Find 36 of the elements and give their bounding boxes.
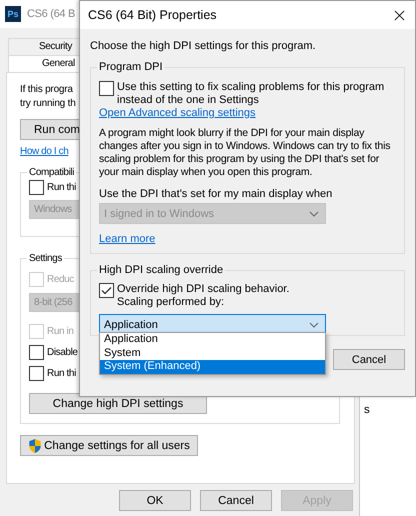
group-label: High DPI scaling override xyxy=(98,264,224,276)
checkbox[interactable] xyxy=(29,366,44,381)
checkbox-label: Disable xyxy=(47,346,78,359)
description-text: If this progra try running th xyxy=(20,83,76,111)
dropdown-option[interactable]: Application xyxy=(100,333,325,346)
dropdown-option[interactable]: System xyxy=(100,346,325,360)
window-title: CS6 (64 B xyxy=(27,8,76,20)
learn-more-link[interactable]: Learn more xyxy=(99,233,156,245)
description-text: A program might look blurry if the DPI for your main display changes after you sign in to Windows. Windows can try to fix this scaling problem for this program by using the DPI that's set for your main display when you open this program. xyxy=(99,127,392,179)
group-label: Compatibili xyxy=(28,167,76,178)
app-logo: Ps xyxy=(5,6,21,22)
checkbox-label: Run thi xyxy=(47,181,76,194)
chevron-icon xyxy=(309,210,319,216)
close-icon[interactable] xyxy=(394,10,405,20)
cancel-button[interactable]: Cancel xyxy=(333,349,405,370)
shield-icon xyxy=(28,438,42,454)
settings-link[interactable]: Open Advanced scaling settings xyxy=(99,107,256,119)
dialog-button[interactable]: Cancel xyxy=(200,490,272,511)
group-label: Settings xyxy=(28,253,63,264)
checkbox-label: Override high DPI scaling behavior. Scaling performed by: xyxy=(117,283,290,309)
dropdown-label: Use the DPI that's set for my main display when xyxy=(99,188,332,200)
dialog-button[interactable]: OK xyxy=(119,490,191,511)
checkbox-label: Run in xyxy=(47,325,74,338)
checkbox[interactable] xyxy=(99,283,114,298)
help-link[interactable]: How do I ch xyxy=(20,146,68,157)
checkbox-label: Reduc xyxy=(47,273,74,286)
all-users-button[interactable]: Change settings for all users xyxy=(20,435,198,456)
checkbox-label: Use this setting to fix scaling problems for this program instead of the one in Settings xyxy=(117,81,384,107)
checkbox[interactable] xyxy=(99,81,114,96)
window-text: s xyxy=(364,404,370,416)
chevron-icon xyxy=(309,322,319,328)
dropdown-option[interactable]: System (Enhanced) xyxy=(100,360,325,374)
checkbox-label: Run thi xyxy=(47,367,76,380)
checkbox[interactable] xyxy=(29,345,44,360)
checkbox[interactable] xyxy=(29,180,44,195)
window-title: CS6 (64 Bit) Properties xyxy=(88,8,217,22)
